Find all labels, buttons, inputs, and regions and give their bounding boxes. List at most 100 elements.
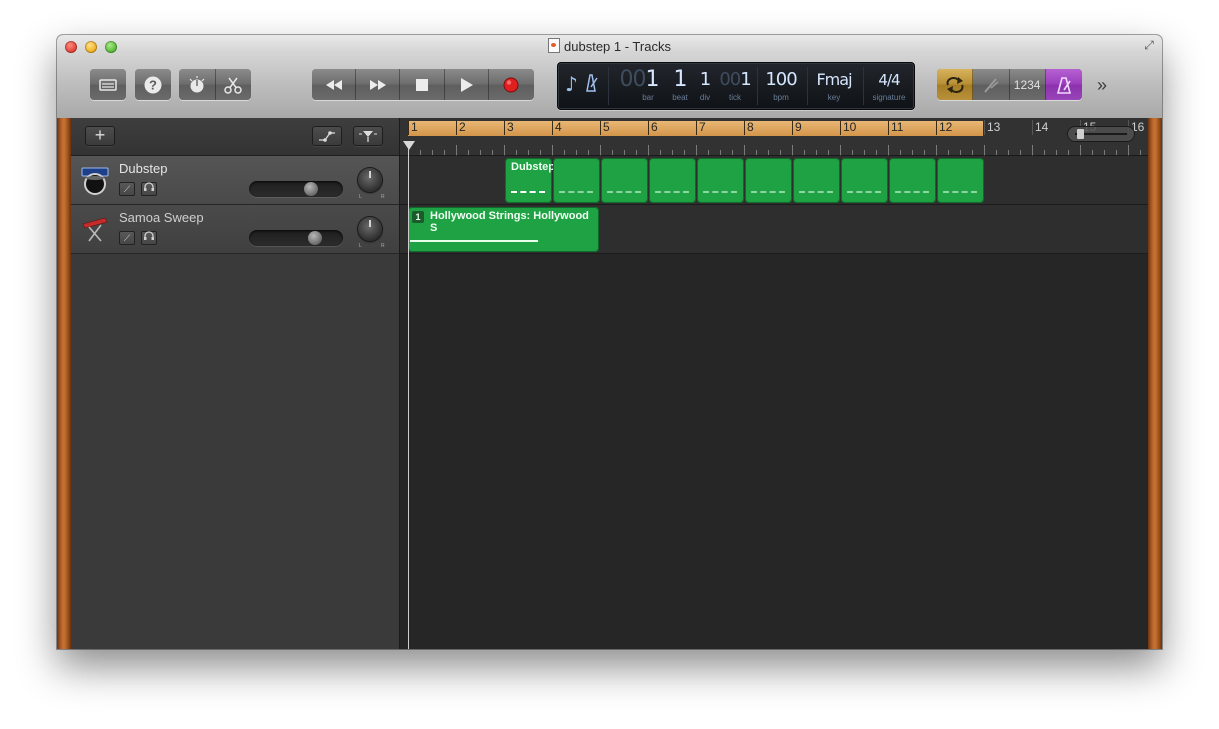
metronome-button[interactable]	[1045, 69, 1082, 100]
region-dubstep-loop[interactable]: Dubstep	[505, 158, 555, 203]
track-header-dubstep[interactable]: Dubstep ⟋ L R	[71, 156, 399, 205]
track-lane-samoa-sweep[interactable]: 1 Hollywood Strings: Hollywood S	[400, 205, 1148, 254]
ruler-tick	[828, 150, 829, 155]
mute-button[interactable]: ⟋	[119, 182, 135, 196]
svg-text:?: ?	[149, 77, 157, 92]
region-dubstep-loop[interactable]	[937, 158, 984, 203]
ruler-bar-line	[792, 120, 793, 135]
rewind-icon	[325, 79, 342, 90]
region-hollywood-strings[interactable]: 1 Hollywood Strings: Hollywood S	[408, 207, 599, 252]
catch-playhead-icon	[359, 131, 377, 142]
region-dubstep-loop[interactable]	[553, 158, 600, 203]
ruler-tick	[1080, 145, 1081, 155]
ruler-tick	[432, 150, 433, 155]
library-button-group	[90, 69, 126, 100]
ruler-tick	[1068, 150, 1069, 155]
volume-slider[interactable]	[249, 181, 343, 197]
drum-kit-icon	[81, 165, 109, 195]
region-dubstep-loop[interactable]	[745, 158, 792, 203]
ruler-tick	[420, 150, 421, 155]
count-in-button[interactable]: 1234	[1009, 69, 1046, 100]
ruler-tick	[720, 150, 721, 155]
ruler-tick	[900, 150, 901, 155]
lcd-key[interactable]: Fmaj key	[809, 67, 859, 105]
quick-help-button[interactable]: ?	[135, 69, 171, 100]
fast-forward-icon	[369, 79, 386, 90]
ruler-tick	[972, 150, 973, 155]
right-wood-panel	[1148, 118, 1162, 649]
ruler-bar-number: 14	[1035, 120, 1049, 134]
ruler-bar-number: 2	[459, 120, 466, 134]
ruler-tick	[864, 150, 865, 155]
ruler-bar-line	[456, 120, 457, 135]
tuner-button[interactable]	[973, 69, 1010, 100]
mute-button[interactable]: ⟋	[119, 231, 135, 245]
region-dubstep-loop[interactable]	[841, 158, 888, 203]
metronome-icon	[1056, 76, 1071, 94]
rewind-button[interactable]	[312, 69, 357, 100]
region-pattern-line	[751, 191, 785, 193]
region-automation-line	[410, 240, 538, 242]
catch-button[interactable]	[353, 126, 383, 146]
ruler-tick	[1032, 145, 1033, 155]
region-pattern-line	[943, 191, 977, 193]
quick-help-button-group: ?	[135, 69, 171, 100]
lcd-display[interactable]: ♪ 001 bar 1 beat 1 div 001 tick 100 bpm …	[557, 62, 915, 110]
fast-forward-button[interactable]	[356, 69, 401, 100]
lcd-mode-icons[interactable]: ♪	[562, 67, 604, 105]
region-dubstep-loop[interactable]	[649, 158, 696, 203]
editors-button[interactable]	[215, 69, 251, 100]
playhead-handle[interactable]	[403, 141, 415, 150]
region-dubstep-loop[interactable]	[697, 158, 744, 203]
region-dubstep-loop[interactable]	[793, 158, 840, 203]
smart-controls-button[interactable]	[179, 69, 216, 100]
solo-headphones-button[interactable]	[141, 231, 157, 245]
add-track-button[interactable]: +	[85, 126, 115, 146]
automation-button[interactable]	[312, 126, 342, 146]
ruler-tick	[1092, 150, 1093, 155]
ruler-tick	[744, 145, 745, 155]
ruler-tick	[1116, 150, 1117, 155]
record-button[interactable]	[488, 69, 534, 100]
ruler[interactable]: 12345678910111213141516	[400, 118, 1148, 156]
track-header-samoa-sweep[interactable]: Samoa Sweep ⟋ L R	[71, 205, 399, 254]
zoom-slider[interactable]	[1067, 126, 1135, 142]
volume-slider-thumb[interactable]	[308, 231, 322, 245]
fullscreen-button[interactable]: ⤢	[1142, 38, 1156, 52]
region-dubstep-loop[interactable]	[889, 158, 936, 203]
lcd-key-value: Fmaj	[816, 70, 852, 89]
ruler-bar-line	[984, 120, 985, 135]
track-lane-dubstep[interactable]: Dubstep	[400, 156, 1148, 205]
stop-icon	[416, 78, 428, 91]
lcd-tempo[interactable]: 100 bpm	[759, 67, 803, 105]
ruler-bar-line	[1032, 120, 1033, 135]
playhead[interactable]	[408, 149, 409, 649]
cycle-button[interactable]	[937, 69, 974, 100]
play-button[interactable]	[444, 69, 489, 100]
volume-slider-thumb[interactable]	[304, 182, 318, 196]
ruler-tick	[984, 145, 985, 155]
track-name: Dubstep	[119, 161, 168, 176]
ruler-tick	[936, 145, 937, 155]
lcd-signature[interactable]: 4/4 signature	[864, 67, 914, 105]
ruler-tick	[948, 150, 949, 155]
note-metronome-icon: ♪	[565, 72, 598, 96]
volume-slider[interactable]	[249, 230, 343, 246]
more-toolbar-button[interactable]: »	[1097, 75, 1107, 96]
region-dubstep-loop[interactable]	[601, 158, 648, 203]
tracks-area[interactable]: 12345678910111213141516 Dubstep 1 Hollyw…	[400, 118, 1148, 649]
ruler-tick	[564, 150, 565, 155]
tuning-fork-icon	[984, 77, 999, 93]
solo-headphones-button[interactable]	[141, 182, 157, 196]
ruler-tick	[1044, 150, 1045, 155]
ruler-bar-line	[648, 120, 649, 135]
stop-button[interactable]	[400, 69, 445, 100]
pan-knob[interactable]	[358, 217, 382, 241]
pan-knob[interactable]	[358, 168, 382, 192]
library-button[interactable]	[90, 69, 126, 100]
ruler-bar-number: 10	[843, 120, 857, 134]
ruler-bar-number: 8	[747, 120, 754, 134]
ruler-tick	[1008, 150, 1009, 155]
ruler-tick	[1104, 150, 1105, 155]
ruler-bar-line	[888, 120, 889, 135]
